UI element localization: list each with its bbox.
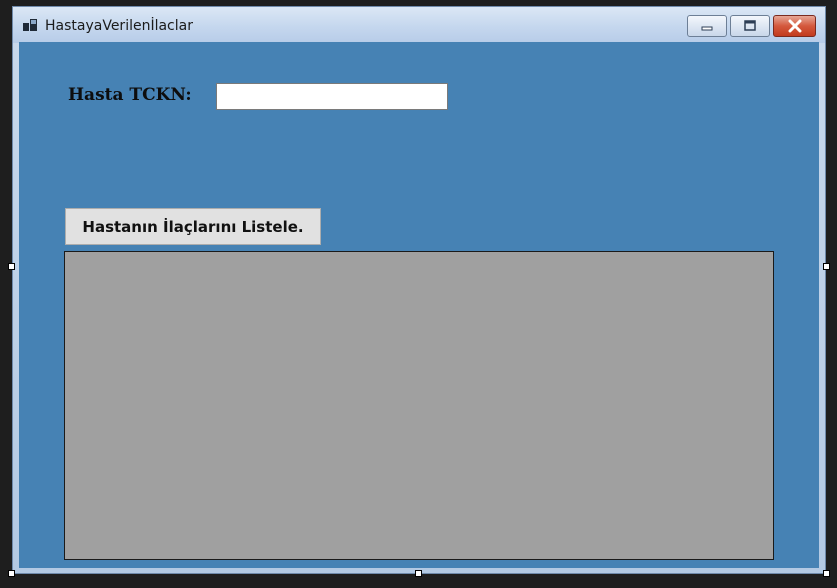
caption-buttons	[687, 15, 816, 37]
form-client-area: Hasta TCKN: Hastanın İlaçlarını Listele.	[19, 42, 819, 568]
resize-handle-bottom-left[interactable]	[8, 570, 15, 577]
window-title: HastayaVerilenİlaclar	[45, 18, 193, 34]
resize-handle-bottom[interactable]	[415, 570, 422, 577]
close-icon	[788, 19, 801, 33]
title-bar[interactable]: HastayaVerilenİlaclar	[13, 7, 825, 43]
tckn-label: Hasta TCKN:	[68, 85, 192, 105]
maximize-button[interactable]	[730, 15, 770, 37]
resize-handle-bottom-right[interactable]	[823, 570, 830, 577]
minimize-button[interactable]	[687, 15, 727, 37]
medications-data-grid[interactable]	[64, 251, 774, 560]
list-medications-button[interactable]: Hastanın İlaçlarını Listele.	[65, 208, 321, 245]
form-window: HastayaVerilenİlaclar Hasta TCKN: Hastan…	[12, 6, 826, 574]
close-button[interactable]	[773, 15, 816, 37]
maximize-icon	[744, 20, 756, 31]
minimize-icon	[701, 26, 713, 31]
resize-handle-left[interactable]	[8, 263, 15, 270]
app-form-icon	[22, 17, 38, 33]
resize-handle-right[interactable]	[823, 263, 830, 270]
tckn-input[interactable]	[216, 83, 448, 110]
